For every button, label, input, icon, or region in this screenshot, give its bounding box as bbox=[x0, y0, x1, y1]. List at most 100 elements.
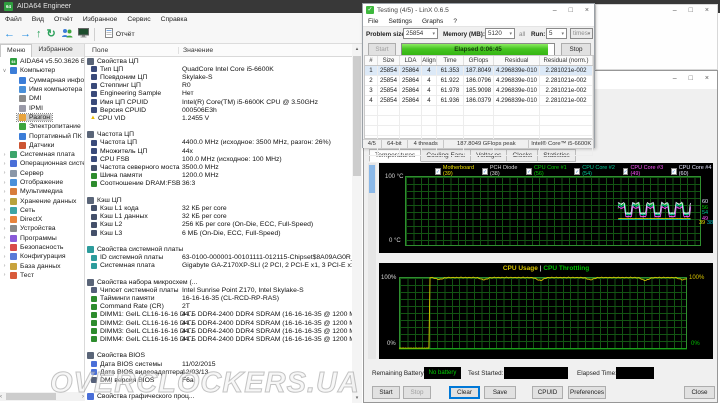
property-row[interactable]: Тип ЦП QuadCore Intel Core i5-6600K bbox=[85, 65, 352, 73]
preferences-button[interactable]: Preferences bbox=[568, 386, 606, 399]
tree-item[interactable]: Датчики bbox=[0, 141, 84, 150]
start-button[interactable]: Start bbox=[372, 386, 400, 399]
column-field[interactable]: Поле bbox=[92, 47, 108, 54]
tree-item[interactable]: DMI bbox=[0, 94, 84, 103]
property-row[interactable]: Кэш L2 256 КБ per core (On-Die, ECC, Full… bbox=[85, 221, 352, 229]
tree-item[interactable]: › Системная плата bbox=[0, 150, 84, 159]
clear-button[interactable]: Clear bbox=[449, 386, 480, 399]
vscroll-thumb[interactable] bbox=[369, 165, 375, 193]
minimize-icon[interactable]: – bbox=[553, 7, 557, 14]
minimize-icon[interactable]: – bbox=[673, 7, 677, 14]
scroll-left-icon[interactable]: ‹ bbox=[0, 394, 2, 400]
hscroll-thumb[interactable] bbox=[6, 393, 56, 400]
linx-menu-item-3[interactable]: Graphs bbox=[417, 18, 448, 25]
maximize-icon[interactable]: □ bbox=[689, 7, 693, 14]
property-row[interactable]: DIMM2: GeIL CL16-16-16 D4... 4 ГБ DDR4-24… bbox=[85, 319, 352, 327]
tree-item[interactable]: › Программы bbox=[0, 234, 84, 243]
property-row[interactable]: Тайминги памяти 16-16-16-35 (CL-RCD-RP-RA… bbox=[85, 294, 352, 302]
property-row[interactable]: Псевдоним ЦП Skylake-S bbox=[85, 73, 352, 81]
table-row[interactable]: 3 25854 25864 4 61.978 185.9098 4.296839e-010 2… bbox=[365, 86, 593, 96]
tree-item[interactable]: › Сервер bbox=[0, 169, 84, 178]
run-select[interactable]: 5 ▾ bbox=[546, 28, 567, 39]
tree-item[interactable]: Портативный ПК bbox=[0, 131, 84, 140]
tree-item[interactable]: › Мультимедиа bbox=[0, 187, 84, 196]
menu-item-3[interactable]: Отчёт bbox=[49, 16, 78, 23]
property-row[interactable]: Кэш L3 6 МБ (On-Die, ECC, Full-Speed) bbox=[85, 229, 352, 237]
minimize-icon[interactable]: – bbox=[673, 75, 677, 82]
property-row[interactable]: Множитель ЦП 44x bbox=[85, 147, 352, 155]
tree-expander-icon[interactable]: › bbox=[1, 217, 8, 223]
tab-menu[interactable]: Меню bbox=[0, 44, 33, 57]
back-icon[interactable]: ← bbox=[4, 28, 15, 40]
tree-expander-icon[interactable]: › bbox=[1, 170, 8, 176]
tree-expander-icon[interactable]: › bbox=[1, 180, 8, 186]
property-row[interactable]: Дата BIOS видеоадаптера 12/03/13 bbox=[85, 368, 352, 376]
property-row[interactable]: Частота северного моста 3500.0 MHz bbox=[85, 163, 352, 171]
tree-item[interactable]: › Безопасность bbox=[0, 243, 84, 252]
property-row[interactable]: Command Rate (CR) 2T bbox=[85, 303, 352, 311]
tree-expander-icon[interactable]: › bbox=[1, 235, 8, 241]
tree-item[interactable]: › DirectX bbox=[0, 215, 84, 224]
maximize-icon[interactable]: □ bbox=[689, 75, 693, 82]
problem-size-select[interactable]: 25854 ▾ bbox=[403, 28, 438, 39]
tree-item[interactable]: › Отображение bbox=[0, 178, 84, 187]
property-row[interactable]: Дата BIOS системы 11/02/2015 bbox=[85, 360, 352, 368]
property-row[interactable]: ▲ CPU VID 1.2455 V bbox=[85, 114, 352, 122]
property-row[interactable]: Кэш L1 кода 32 КБ per core bbox=[85, 204, 352, 212]
menu-item-1[interactable]: Файл bbox=[0, 16, 27, 23]
property-row[interactable]: Степпинг ЦП R0 bbox=[85, 82, 352, 90]
close-icon[interactable]: × bbox=[705, 7, 709, 14]
forward-icon[interactable]: → bbox=[20, 28, 31, 40]
property-row[interactable]: CPU FSB 100.0 MHz (исходное: 100 MHz) bbox=[85, 155, 352, 163]
linx-menu-item-2[interactable]: Settings bbox=[383, 18, 417, 25]
property-row[interactable]: DIMM3: GeIL CL16-16-16 D4... 4 ГБ DDR4-24… bbox=[85, 327, 352, 335]
table-row[interactable]: 2 25854 25864 4 61.922 186.0796 4.296839e-010 2… bbox=[365, 76, 593, 86]
tree-expander-icon[interactable]: › bbox=[1, 207, 8, 213]
all-link[interactable]: all bbox=[519, 31, 525, 38]
linx-menu-item-1[interactable]: File bbox=[363, 18, 383, 25]
tree-expander-icon[interactable]: › bbox=[1, 272, 8, 278]
menu-item-5[interactable]: Сервис bbox=[122, 16, 155, 23]
tree-item[interactable]: › Устройства bbox=[0, 224, 84, 233]
tab-favorites[interactable]: Избранное bbox=[32, 44, 78, 57]
menu-item-4[interactable]: Избранное bbox=[78, 16, 122, 23]
tree-item[interactable]: ∨ Компьютер bbox=[0, 66, 84, 75]
users-icon[interactable] bbox=[61, 25, 73, 43]
tree-expander-icon[interactable]: › bbox=[1, 254, 8, 260]
linx-menu-item-4[interactable]: ? bbox=[448, 18, 462, 25]
property-row[interactable]: Системная плата Gigabyte GA-Z170XP-SLI (2… bbox=[85, 262, 352, 270]
property-row[interactable]: ID системной платы 63-0100-000001-0010111… bbox=[85, 254, 352, 262]
tree-expander-icon[interactable]: › bbox=[1, 226, 8, 232]
tree-item[interactable]: › Сеть bbox=[0, 206, 84, 215]
tree-expander-icon[interactable]: › bbox=[1, 161, 8, 167]
tree-item[interactable]: Разгон bbox=[0, 112, 84, 122]
column-value[interactable]: Значение bbox=[178, 47, 213, 54]
property-row[interactable]: Engineering Sample Нет bbox=[85, 90, 352, 98]
cpuid-button[interactable]: CPUID bbox=[532, 386, 563, 399]
properties-vscrollbar[interactable]: ▴ ▾ bbox=[352, 44, 362, 403]
tree-expander-icon[interactable]: › bbox=[1, 263, 8, 269]
tree-item[interactable]: Электропитание bbox=[0, 122, 84, 131]
property-row[interactable]: Шина памяти 1200.0 MHz bbox=[85, 172, 352, 180]
vscroll-thumb[interactable] bbox=[353, 56, 361, 176]
tree-item[interactable]: Имя компьютера bbox=[0, 85, 84, 94]
tree-item[interactable]: › Операционная система bbox=[0, 159, 84, 168]
close-icon[interactable]: × bbox=[705, 75, 709, 82]
scroll-up-icon[interactable]: ▴ bbox=[352, 46, 362, 52]
sidebar-hscrollbar[interactable]: ‹ › bbox=[0, 392, 85, 401]
property-row[interactable]: Частота ЦП 4400.0 MHz (исходное: 3500 MHz… bbox=[85, 139, 352, 147]
property-row[interactable]: Кэш L1 данных 32 КБ per core bbox=[85, 213, 352, 221]
save-button[interactable]: Save bbox=[484, 386, 516, 399]
property-row[interactable]: DIMM4: GeIL CL16-16-16 D4... 4 ГБ DDR4-24… bbox=[85, 335, 352, 343]
property-row[interactable]: Чипсет системной платы Intel Sunrise Poin… bbox=[85, 286, 352, 294]
monitor-icon[interactable] bbox=[77, 25, 89, 43]
tree-item[interactable]: › Тест bbox=[0, 271, 84, 280]
property-row[interactable]: DMI версия BIOS F6a bbox=[85, 376, 352, 384]
tree-item[interactable]: IPMI bbox=[0, 103, 84, 112]
tree-expander-icon[interactable]: ∨ bbox=[1, 68, 8, 74]
menu-item-6[interactable]: Справка bbox=[156, 16, 193, 23]
tree-item[interactable]: 64AIDA64 v5.50.3626 Beta bbox=[0, 57, 84, 66]
report-button[interactable]: Отчёт bbox=[100, 25, 140, 43]
tree-expander-icon[interactable]: › bbox=[1, 152, 8, 158]
scroll-down-icon[interactable]: ▾ bbox=[352, 395, 362, 401]
